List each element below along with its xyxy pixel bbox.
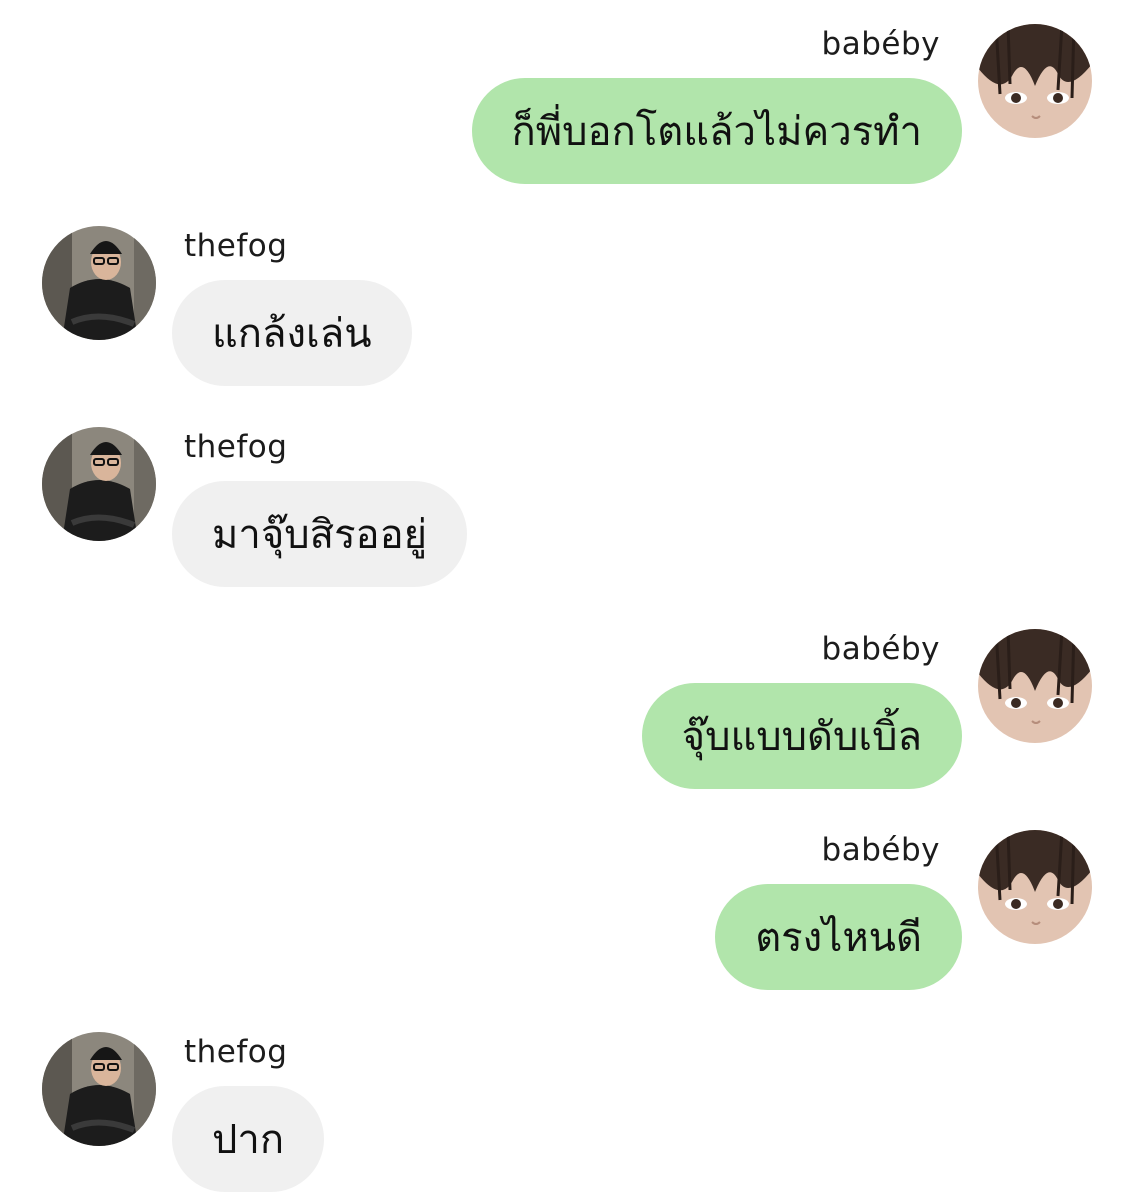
- message-bubble[interactable]: ปาก: [172, 1086, 325, 1192]
- avatar-babeby[interactable]: [978, 629, 1092, 743]
- message-bubble[interactable]: มาจุ๊บสิรออยู่: [172, 481, 468, 587]
- sender-name: thefog: [184, 1034, 288, 1070]
- avatar-babeby[interactable]: [978, 830, 1092, 944]
- avatar-thefog-image: [42, 427, 156, 541]
- avatar-thefog[interactable]: [42, 226, 156, 340]
- message-bubble[interactable]: จุ๊บแบบดับเบิ้ล: [641, 683, 962, 789]
- avatar-thefog[interactable]: [42, 427, 156, 541]
- message-bubble[interactable]: ก็พี่บอกโตแล้วไม่ควรทำ: [471, 78, 962, 184]
- sender-name: thefog: [184, 228, 288, 264]
- avatar-thefog-image: [42, 1032, 156, 1146]
- avatar-babeby-image: [978, 24, 1092, 138]
- sender-name: babéby: [821, 631, 940, 667]
- avatar-thefog-image: [42, 226, 156, 340]
- avatar-thefog[interactable]: [42, 1032, 156, 1146]
- message-bubble[interactable]: แกล้งเล่น: [172, 280, 412, 386]
- message-bubble[interactable]: ตรงไหนดี: [715, 884, 962, 990]
- avatar-babeby-image: [978, 629, 1092, 743]
- avatar-babeby[interactable]: [978, 24, 1092, 138]
- sender-name: thefog: [184, 429, 288, 465]
- sender-name: babéby: [821, 26, 940, 62]
- avatar-babeby-image: [978, 830, 1092, 944]
- sender-name: babéby: [821, 832, 940, 868]
